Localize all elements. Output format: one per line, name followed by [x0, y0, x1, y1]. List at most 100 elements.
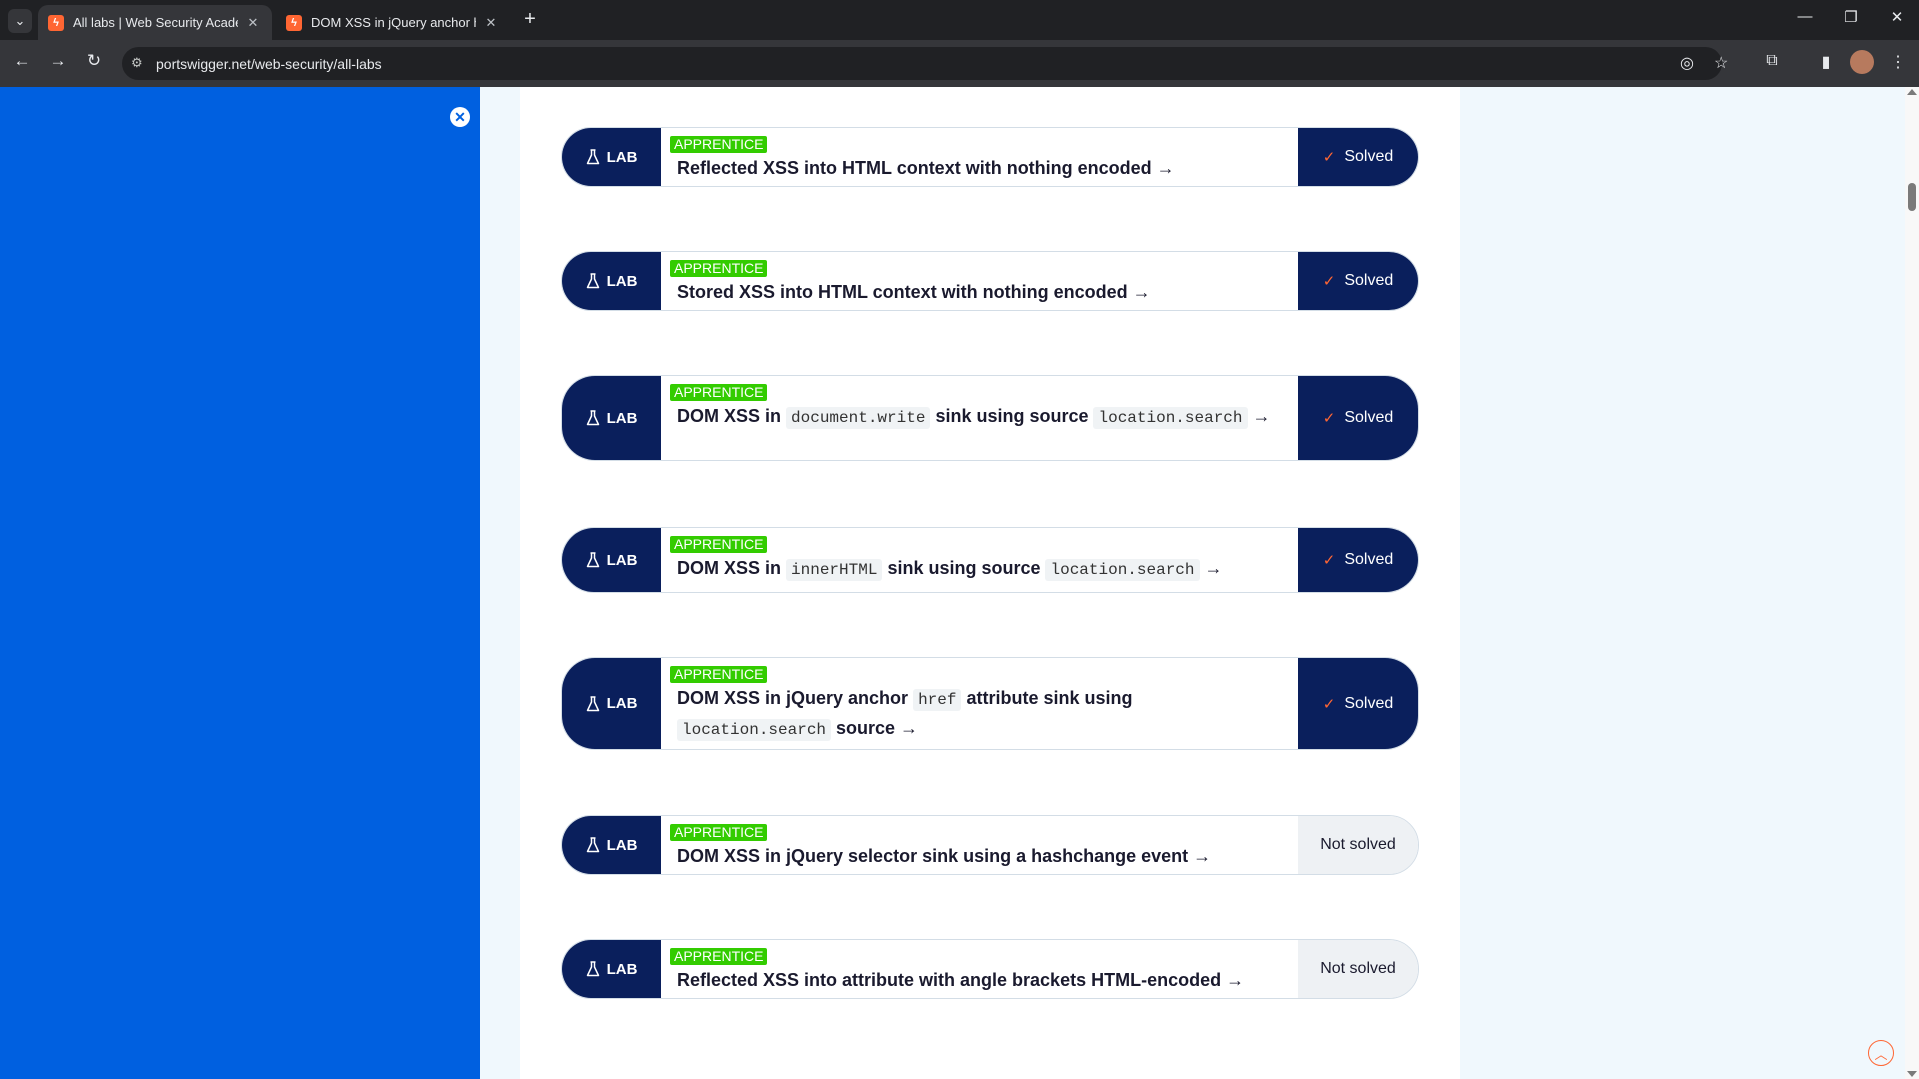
level-badge: APPRENTICE [670, 260, 768, 277]
forward-icon[interactable]: → [46, 51, 70, 71]
status-text: Solved [1344, 409, 1394, 426]
tab-all-labs[interactable]: ϟ All labs | Web Security Academy ✕ [38, 5, 272, 40]
new-tab-icon[interactable]: + [518, 8, 542, 31]
flask-icon [586, 273, 599, 289]
status-text: Not solved [1320, 836, 1396, 853]
lab-status: Not solved [1298, 816, 1418, 874]
lab-body: APPRENTICE Reflected XSS into attribute w… [661, 940, 1298, 998]
title-text: sink using source [930, 406, 1094, 426]
back-icon[interactable]: ← [10, 51, 34, 71]
scrollbar[interactable] [1905, 87, 1919, 1079]
tab-title: All labs | Web Security Academy [73, 15, 238, 30]
level-badge: APPRENTICE [670, 384, 768, 401]
flask-icon [586, 695, 599, 711]
profile-avatar[interactable] [1850, 50, 1874, 74]
level-badge: APPRENTICE [670, 136, 768, 153]
title-text: attribute sink using [961, 688, 1133, 708]
lab-status: Not solved [1298, 940, 1418, 998]
side-panel-icon[interactable]: ▮ [1814, 52, 1838, 72]
lab-row[interactable]: LAB APPRENTICE Reflected XSS into HTML con… [561, 127, 1419, 187]
code-snippet: location.search [1093, 407, 1248, 429]
tab-title: DOM XSS in jQuery anchor href [311, 15, 476, 30]
lab-badge-label: LAB [606, 272, 638, 290]
scrollbar-thumb[interactable] [1908, 183, 1916, 211]
lab-badge: LAB [562, 528, 661, 592]
reload-icon[interactable]: ↻ [82, 51, 106, 71]
flask-icon [586, 149, 599, 165]
sidebar-panel: ✕ [0, 87, 480, 1079]
check-icon: ✓ [1322, 149, 1336, 166]
lab-row[interactable]: LAB APPRENTICE DOM XSS in jQuery selector … [561, 815, 1419, 875]
lab-title-link[interactable]: Stored XSS into HTML context with nothin… [671, 278, 1288, 306]
level-badge: APPRENTICE [670, 948, 768, 965]
lab-status: ✓ Solved [1298, 376, 1418, 460]
lab-badge-label: LAB [606, 409, 638, 427]
lab-row[interactable]: LAB APPRENTICE Reflected XSS into attribut… [561, 939, 1419, 999]
lab-status: ✓ Solved [1298, 528, 1418, 592]
browser-chrome: ⌄ ϟ All labs | Web Security Academy ✕ ϟ … [0, 0, 1919, 87]
lab-title-link[interactable]: DOM XSS in jQuery anchor href attribute … [671, 684, 1288, 744]
level-badge: APPRENTICE [670, 666, 768, 683]
scroll-down-icon[interactable] [1907, 1071, 1917, 1077]
status-text: Solved [1344, 148, 1394, 165]
portswigger-favicon-icon: ϟ [286, 14, 302, 31]
flask-icon [586, 961, 599, 977]
close-tab-icon[interactable]: ✕ [244, 15, 262, 31]
lab-badge: LAB [562, 658, 661, 749]
level-badge: APPRENTICE [670, 824, 768, 841]
code-snippet: location.search [677, 719, 832, 741]
bookmark-star-icon[interactable]: ☆ [1714, 53, 1728, 73]
code-snippet: document.write [786, 407, 931, 429]
scroll-up-icon[interactable] [1907, 89, 1917, 95]
lab-badge-label: LAB [606, 836, 638, 854]
check-icon: ✓ [1322, 410, 1336, 427]
lab-badge-label: LAB [606, 695, 638, 712]
lab-row[interactable]: LAB APPRENTICE DOM XSS in document.write s… [561, 375, 1419, 461]
lab-title-link[interactable]: DOM XSS in document.write sink using sou… [671, 402, 1288, 432]
url-text: portswigger.net/web-security/all-labs [156, 55, 382, 72]
lab-badge: LAB [562, 128, 661, 186]
code-snippet: location.search [1045, 559, 1200, 581]
status-text: Solved [1344, 694, 1394, 712]
minimize-icon[interactable]: — [1793, 8, 1817, 25]
scroll-to-top-icon[interactable]: ︿ [1868, 1040, 1894, 1066]
tab-search-icon[interactable]: ⌄ [8, 9, 32, 33]
extensions-icon[interactable]: ⧉ [1760, 52, 1784, 70]
lab-badge: LAB [562, 940, 661, 998]
lab-body: APPRENTICE DOM XSS in jQuery selector sin… [661, 816, 1298, 874]
lab-status: ✓ Solved [1298, 128, 1418, 186]
menu-icon[interactable]: ⋮ [1886, 52, 1910, 72]
lab-badge-label: LAB [606, 148, 638, 166]
title-text: DOM XSS in jQuery anchor [677, 688, 914, 708]
status-text: Not solved [1320, 960, 1396, 977]
lab-status: ✓ Solved [1298, 252, 1418, 310]
restore-icon[interactable]: ❐ [1839, 8, 1863, 26]
lab-badge: LAB [562, 376, 661, 460]
lab-title-link[interactable]: Reflected XSS into HTML context with not… [671, 154, 1288, 182]
eye-off-icon[interactable]: ◎ [1680, 53, 1694, 73]
title-text: source → [831, 718, 919, 738]
lab-badge: LAB [562, 252, 661, 310]
lab-row[interactable]: LAB APPRENTICE DOM XSS in jQuery anchor hr… [561, 657, 1419, 750]
lab-row[interactable]: LAB APPRENTICE DOM XSS in innerHTML sink u… [561, 527, 1419, 593]
level-badge: APPRENTICE [670, 536, 768, 553]
page-viewport: ✕ LAB APPRENTICE Reflected XSS into HTML c… [0, 87, 1919, 1079]
lab-title-link[interactable]: DOM XSS in jQuery selector sink using a … [671, 842, 1288, 870]
site-info-icon[interactable]: ⚙ [131, 55, 143, 71]
lab-body: APPRENTICE Reflected XSS into HTML contex… [661, 128, 1298, 186]
lab-title-link[interactable]: Reflected XSS into attribute with angle … [671, 966, 1288, 994]
lab-title-link[interactable]: DOM XSS in innerHTML sink using source l… [671, 554, 1288, 584]
tab-dom-xss[interactable]: ϟ DOM XSS in jQuery anchor href ✕ [276, 5, 510, 40]
close-sidebar-icon[interactable]: ✕ [450, 107, 470, 127]
code-snippet: innerHTML [786, 559, 883, 581]
lab-body: APPRENTICE DOM XSS in jQuery anchor href … [661, 658, 1298, 749]
flask-icon [586, 837, 599, 853]
code-snippet: href [913, 689, 962, 711]
lab-row[interactable]: LAB APPRENTICE Stored XSS into HTML contex… [561, 251, 1419, 311]
close-tab-icon[interactable]: ✕ [482, 15, 500, 31]
check-icon: ✓ [1322, 695, 1336, 713]
close-window-icon[interactable]: ✕ [1885, 8, 1909, 26]
check-icon: ✓ [1322, 273, 1336, 290]
tab-strip: ⌄ ϟ All labs | Web Security Academy ✕ ϟ … [0, 0, 1919, 40]
address-bar[interactable]: ⚙ portswigger.net/web-security/all-labs … [122, 47, 1728, 80]
